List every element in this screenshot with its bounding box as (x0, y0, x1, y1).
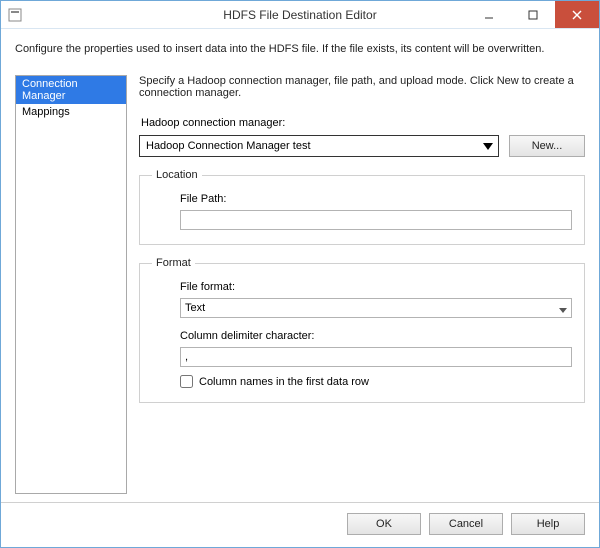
delimiter-input[interactable] (180, 347, 572, 367)
new-button-label: New... (532, 140, 563, 152)
ok-button[interactable]: OK (347, 513, 421, 535)
location-group: Location File Path: (139, 169, 585, 245)
minimize-button[interactable] (467, 1, 511, 28)
cancel-button-label: Cancel (449, 518, 483, 530)
dialog-window: HDFS File Destination Editor Configure t… (0, 0, 600, 548)
titlebar: HDFS File Destination Editor (1, 1, 599, 29)
sidebar-item-mappings[interactable]: Mappings (16, 104, 126, 120)
column-names-label: Column names in the first data row (199, 376, 369, 388)
sidebar-item-label: Connection Manager (22, 78, 78, 102)
app-icon (7, 7, 23, 23)
help-button-label: Help (537, 518, 560, 530)
format-group: Format File format: Text Column delimite… (139, 257, 585, 403)
fileformat-value: Text (185, 302, 205, 314)
cancel-button[interactable]: Cancel (429, 513, 503, 535)
footer: OK Cancel Help (1, 502, 599, 547)
content-area: Configure the properties used to insert … (1, 29, 599, 502)
delimiter-label: Column delimiter character: (180, 330, 572, 342)
sidebar: Connection Manager Mappings (15, 75, 127, 494)
column-names-checkbox[interactable] (180, 375, 193, 388)
location-legend: Location (152, 169, 202, 181)
connection-manager-value: Hadoop Connection Manager test (146, 140, 311, 152)
main-panel: Specify a Hadoop connection manager, fil… (139, 75, 585, 494)
ok-button-label: OK (376, 518, 392, 530)
window-controls (467, 1, 599, 28)
filepath-label: File Path: (180, 193, 572, 205)
intro-text: Configure the properties used to insert … (15, 43, 585, 55)
fileformat-select[interactable]: Text (180, 298, 572, 318)
sidebar-item-label: Mappings (22, 106, 70, 118)
chevron-down-icon (482, 139, 494, 156)
maximize-button[interactable] (511, 1, 555, 28)
chevron-down-icon (559, 305, 567, 317)
sidebar-item-connection-manager[interactable]: Connection Manager (16, 76, 126, 104)
new-button[interactable]: New... (509, 135, 585, 157)
column-names-row: Column names in the first data row (180, 375, 572, 388)
panel-help-text: Specify a Hadoop connection manager, fil… (139, 75, 585, 99)
fileformat-label: File format: (180, 281, 572, 293)
connection-manager-label: Hadoop connection manager: (141, 117, 585, 129)
body-row: Connection Manager Mappings Specify a Ha… (15, 75, 585, 494)
format-legend: Format (152, 257, 195, 269)
connection-manager-combo[interactable]: Hadoop Connection Manager test (139, 135, 499, 157)
close-button[interactable] (555, 1, 599, 28)
connection-row: Hadoop Connection Manager test New... (139, 135, 585, 157)
filepath-input[interactable] (180, 210, 572, 230)
help-button[interactable]: Help (511, 513, 585, 535)
